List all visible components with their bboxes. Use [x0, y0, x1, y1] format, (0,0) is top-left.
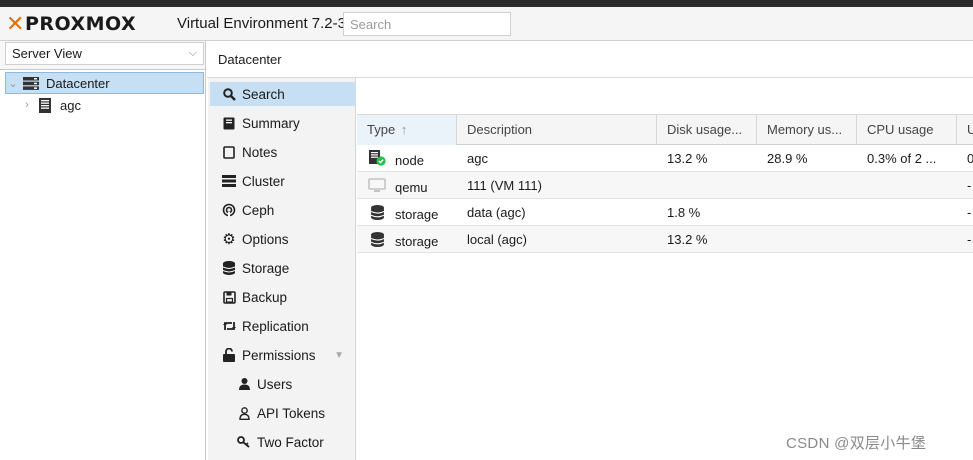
node-icon	[36, 97, 54, 113]
cell-type: qemu	[357, 172, 457, 198]
cell-cpu	[857, 172, 957, 198]
nav-item-search[interactable]: Search	[210, 82, 356, 106]
search-input[interactable]	[343, 12, 511, 36]
cell-cpu	[857, 199, 957, 225]
cell-disk: 13.2 %	[667, 232, 708, 247]
cell-disk	[657, 172, 757, 198]
column-header-uptime[interactable]: U	[957, 115, 973, 145]
table-row[interactable]: storage local (agc) 13.2 % -	[357, 226, 973, 253]
cell-description: agc	[467, 151, 488, 166]
cell-type: storage	[357, 199, 457, 225]
search-icon	[219, 87, 239, 101]
unlock-icon	[219, 348, 239, 362]
datacenter-nav: Search Summary Notes Cluster Ceph ⚙ Opti…	[208, 78, 356, 460]
column-header-description[interactable]: Description	[457, 115, 657, 145]
cell-memory	[757, 226, 857, 252]
table-row[interactable]: storage data (agc) 1.8 % -	[357, 199, 973, 226]
chevron-down-icon[interactable]: ▼	[334, 350, 344, 361]
database-icon	[219, 261, 239, 275]
column-header-cpu-usage[interactable]: CPU usage	[857, 115, 957, 145]
nav-item-api-tokens[interactable]: API Tokens	[210, 401, 356, 425]
database-icon	[367, 204, 387, 220]
nav-item-summary[interactable]: Summary	[210, 111, 356, 135]
top-bar: ✕ PROXMOX Virtual Environment 7.2-3	[0, 7, 973, 41]
cell-uptime: 0	[967, 151, 973, 166]
cell-type: node	[357, 145, 457, 171]
column-header-type[interactable]: Type ↑	[357, 115, 457, 145]
key-icon	[234, 436, 254, 448]
cluster-icon	[219, 175, 239, 187]
page-title: Datacenter	[218, 52, 282, 67]
book-icon	[219, 117, 239, 130]
cell-description: local (agc)	[467, 232, 527, 247]
nav-item-two-factor[interactable]: Two Factor	[210, 430, 356, 454]
gear-icon: ⚙	[222, 230, 236, 248]
table-row[interactable]: node agc 13.2 % 28.9 % 0.3% of 2 ... 0	[357, 145, 973, 172]
cell-type: storage	[357, 226, 457, 252]
cell-uptime: -	[967, 178, 972, 193]
tree-item-label: agc	[60, 97, 81, 113]
chevron-down-icon[interactable]: ⌄	[6, 77, 20, 90]
cell-cpu	[857, 226, 957, 252]
nav-item-notes[interactable]: Notes	[210, 140, 356, 164]
node-online-icon	[367, 150, 387, 166]
version-label: Virtual Environment 7.2-3	[177, 15, 346, 32]
cell-disk: 1.8 %	[667, 205, 701, 220]
window-top-strip	[0, 0, 973, 7]
retweet-icon	[219, 320, 239, 332]
nav-item-cluster[interactable]: Cluster	[210, 169, 356, 193]
monitor-icon	[367, 177, 387, 193]
nav-item-options[interactable]: ⚙ Options	[210, 227, 356, 251]
floppy-icon	[219, 290, 239, 304]
notes-icon	[219, 145, 239, 159]
chevron-right-icon[interactable]: ›	[20, 99, 34, 111]
cell-description: 111 (VM 111)	[467, 178, 542, 193]
grid-toolbar	[357, 78, 973, 115]
column-header-memory-usage[interactable]: Memory us...	[757, 115, 857, 145]
proxmox-logo[interactable]: ✕ PROXMOX	[6, 11, 136, 37]
chevron-down-icon: ⌵	[188, 47, 197, 59]
user-icon	[234, 378, 254, 390]
nav-item-permissions[interactable]: Permissions ▼	[210, 343, 356, 367]
resource-tree-panel: Server View ⌵ ⌄ Datacenter › agc	[0, 41, 206, 460]
table-row[interactable]: qemu 111 (VM 111) -	[357, 172, 973, 199]
nav-item-storage[interactable]: Storage	[210, 256, 356, 280]
nav-item-users[interactable]: Users	[210, 372, 356, 396]
cell-disk: 13.2 %	[667, 151, 708, 166]
resource-tree: ⌄ Datacenter › agc	[0, 69, 205, 460]
tree-item-label: Datacenter	[46, 75, 110, 91]
nav-item-replication[interactable]: Replication	[210, 314, 356, 338]
cell-cpu: 0.3% of 2 ...	[867, 151, 937, 166]
cell-memory	[757, 172, 857, 198]
cell-memory	[757, 199, 857, 225]
nav-item-backup[interactable]: Backup	[210, 285, 356, 309]
grid-header: Type ↑ Description Disk usage... Memory …	[357, 115, 973, 145]
search-results-grid: Type ↑ Description Disk usage... Memory …	[357, 78, 973, 460]
nav-item-ceph[interactable]: Ceph	[210, 198, 356, 222]
view-select[interactable]: Server View ⌵	[5, 42, 204, 65]
tree-item-agc[interactable]: › agc	[20, 94, 204, 116]
ceph-icon	[219, 203, 239, 217]
sort-ascending-icon: ↑	[400, 122, 408, 137]
cell-uptime: -	[967, 205, 972, 220]
watermark: CSDN @双层小牛堡	[786, 435, 927, 452]
cell-description: data (agc)	[467, 205, 526, 220]
tree-item-datacenter[interactable]: ⌄ Datacenter	[5, 72, 204, 94]
column-header-disk-usage[interactable]: Disk usage...	[657, 115, 757, 145]
user-outline-icon	[234, 406, 254, 420]
database-icon	[367, 231, 387, 247]
server-rack-icon	[22, 76, 40, 90]
logo-x-icon: ✕	[6, 11, 25, 37]
cell-memory: 28.9 %	[767, 151, 808, 166]
cell-uptime: -	[967, 232, 972, 247]
content-header: Datacenter	[207, 41, 973, 78]
